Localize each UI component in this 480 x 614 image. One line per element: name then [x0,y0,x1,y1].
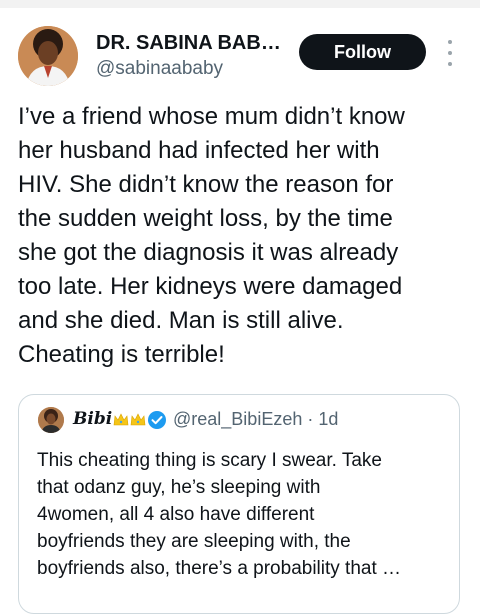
author-handle[interactable]: @sabinaababy [96,58,223,80]
author-name[interactable]: DR. SABINA BAB… [96,32,286,55]
tweet-line: Cheating is terrible! [18,341,225,368]
quoted-tweet-card[interactable]: Bibi @real_BibiEzeh · 1d This cheating t… [18,394,460,614]
quoted-author-avatar [38,407,64,433]
tweet-line: I’ve a friend whose mum didn’t know [18,103,405,130]
author-avatar[interactable] [18,26,78,86]
tweet-line: too late. Her kidneys were damaged [18,273,403,300]
tweet-text: I’ve a friend whose mum didn’t know her … [18,100,468,372]
quote-line: This cheating thing is scary I swear. Ta… [37,450,382,471]
quote-line: that odanz guy, he’s sleeping with [37,477,321,498]
tweet-line: the sudden weight loss, by the time [18,205,393,232]
top-divider [0,0,480,8]
quoted-author-handle: @real_BibiEzeh · 1d [173,409,338,430]
verified-badge-icon [147,410,167,430]
quote-line: boyfriends also, there’s a probability t… [37,558,402,579]
quote-line: 4women, all 4 also have different [37,504,315,525]
quote-line: boyfriends they are sleeping with, the [37,531,351,552]
quoted-time: · 1d [307,409,339,429]
tweet-line: and she died. Man is still alive. [18,307,344,334]
quoted-tweet-text: This cheating thing is scary I swear. Ta… [37,447,453,582]
quoted-author-name: Bibi [73,409,113,429]
follow-button[interactable]: Follow [299,34,426,70]
quoted-handle-text: @real_BibiEzeh [173,409,303,429]
crown-emoji-icon [113,410,147,428]
tweet-line: her husband had infected her with [18,137,380,164]
more-vertical-icon[interactable] [444,40,456,66]
tweet-line: she got the diagnosis it was already [18,239,399,266]
tweet-line: HIV. She didn’t know the reason for [18,171,394,198]
